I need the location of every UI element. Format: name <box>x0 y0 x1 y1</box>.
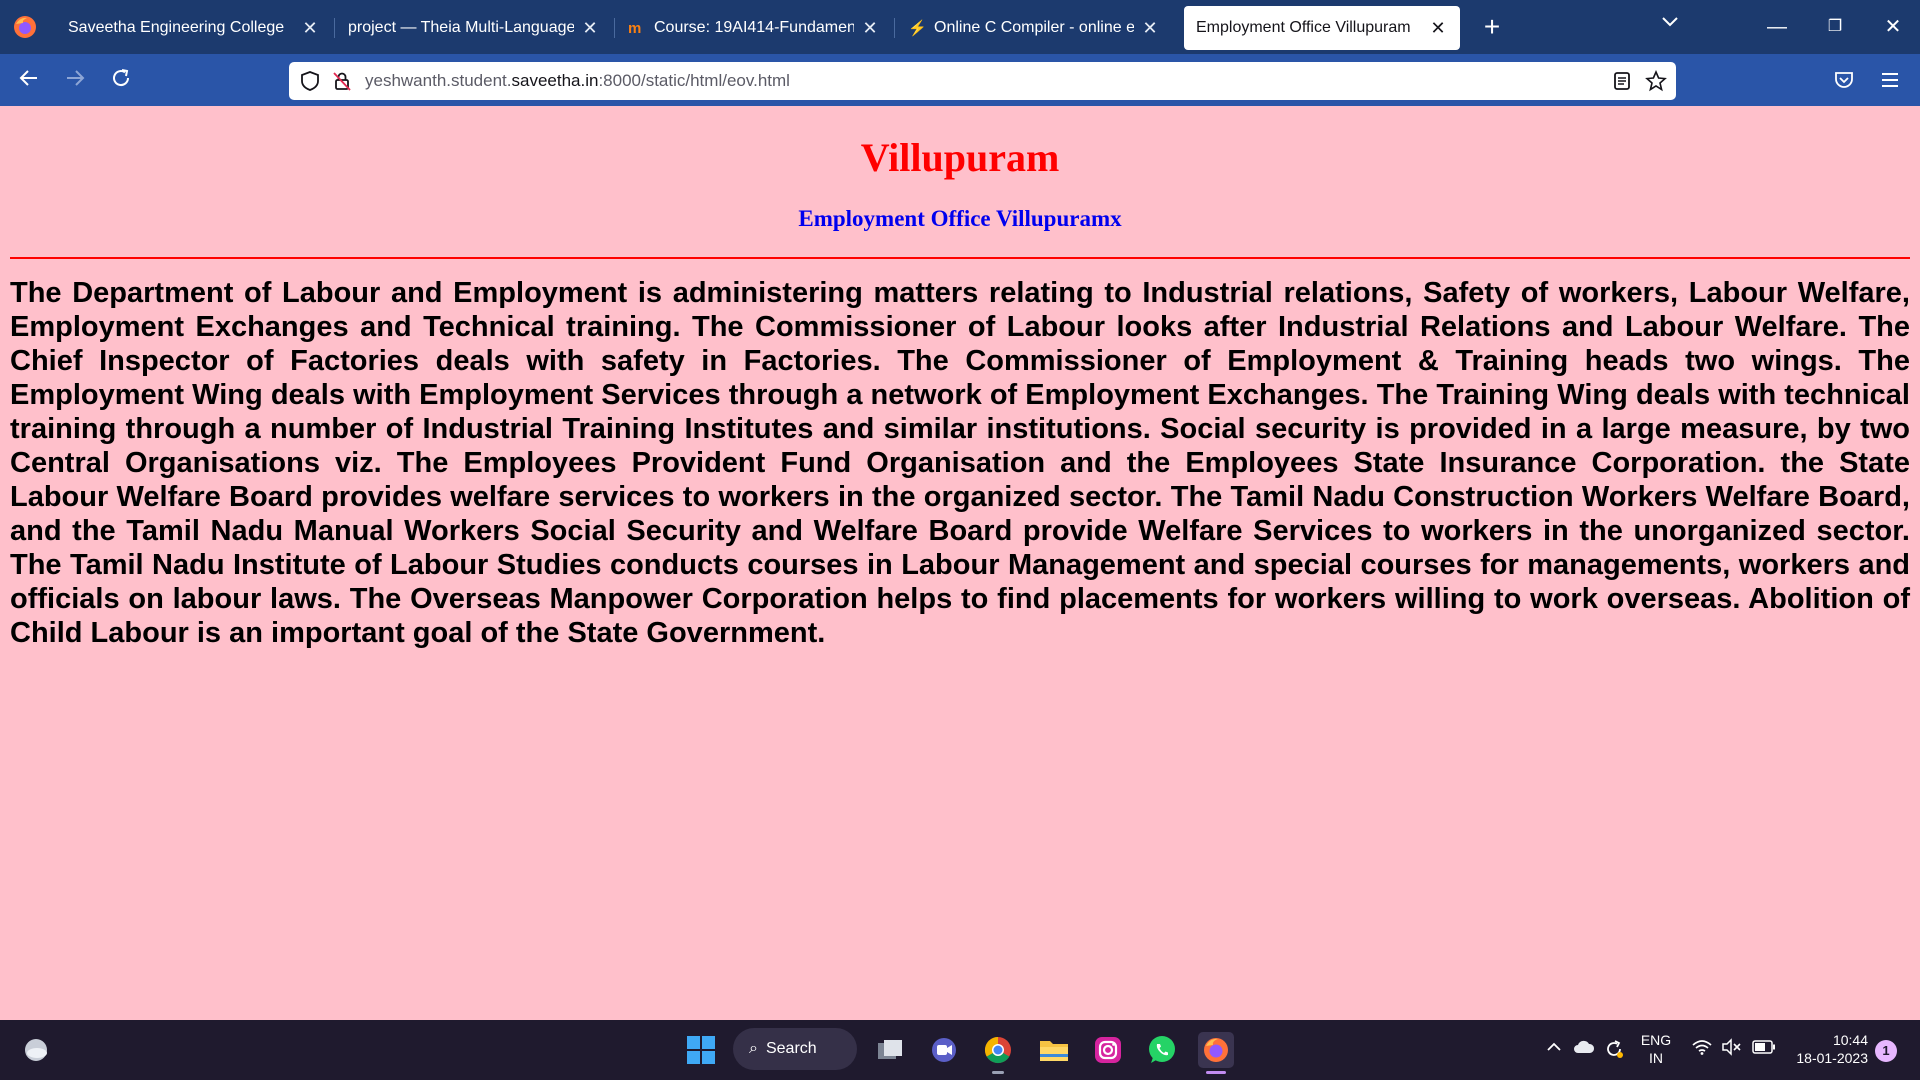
tab-title: project — Theia Multi-Language Ex <box>348 19 574 36</box>
onedrive-cloud-icon[interactable] <box>1572 1038 1596 1062</box>
tab-separator <box>334 18 335 38</box>
language-code: ENG <box>1640 1032 1672 1048</box>
tab-bar: Saveetha Engineering College ✕ project —… <box>0 0 1920 54</box>
task-view-icon <box>878 1040 902 1059</box>
clock-date: 18-01-2023 <box>1796 1050 1868 1066</box>
shield-icon[interactable] <box>299 70 321 92</box>
tab-theia-project[interactable]: project — Theia Multi-Language Ex ✕ <box>336 6 612 50</box>
hamburger-menu-icon[interactable] <box>1878 68 1902 92</box>
bolt-icon: ⚡ <box>908 20 927 37</box>
bookmark-star-icon[interactable] <box>1645 70 1667 92</box>
chrome-icon <box>984 1036 1011 1064</box>
tab-title: Course: 19AI414-Fundamentals <box>654 19 854 36</box>
close-icon[interactable]: ✕ <box>1140 18 1160 39</box>
region-code: IN <box>1649 1050 1663 1066</box>
chrome-button[interactable] <box>980 1032 1016 1074</box>
close-icon[interactable]: ✕ <box>1428 18 1448 39</box>
sync-icon[interactable] <box>1602 1038 1626 1062</box>
notification-badge[interactable]: 1 <box>1875 1040 1897 1062</box>
taskbar-search-button[interactable]: ⌕ Search <box>733 1028 857 1070</box>
reload-icon <box>113 69 130 87</box>
page-subtitle: Employment Office Villupuramx <box>798 206 1122 231</box>
running-indicator <box>992 1071 1004 1074</box>
arrow-left-icon <box>19 70 37 86</box>
file-explorer-button[interactable] <box>1036 1032 1072 1068</box>
firefox-taskbar-button[interactable] <box>1198 1032 1234 1074</box>
tab-separator <box>894 18 895 38</box>
tab-employment-office[interactable]: Employment Office Villupuram ✕ <box>1184 6 1460 50</box>
url-host-prefix: yeshwanth.student. <box>365 71 512 90</box>
new-tab-button[interactable]: + <box>1476 12 1508 44</box>
wifi-icon[interactable] <box>1690 1038 1714 1062</box>
close-icon[interactable]: ✕ <box>300 18 320 39</box>
moodle-icon: m <box>628 19 642 37</box>
speaker-muted-icon[interactable] <box>1720 1038 1744 1062</box>
task-view-button[interactable] <box>872 1032 908 1068</box>
whatsapp-icon <box>1149 1036 1175 1063</box>
tab-separator <box>614 18 615 38</box>
language-indicator[interactable]: ENG IN <box>1636 1031 1676 1067</box>
restore-button[interactable]: ❐ <box>1812 10 1858 44</box>
chevron-down-icon[interactable] <box>1660 14 1680 30</box>
tab-course[interactable]: m Course: 19AI414-Fundamentals ✕ <box>616 6 892 50</box>
tab-title: Employment Office Villupuram <box>1196 19 1411 36</box>
windows-start-icon[interactable] <box>686 1035 716 1065</box>
navigation-toolbar: yeshwanth.student.saveetha.in:8000/stati… <box>0 54 1920 106</box>
instagram-icon <box>1095 1037 1121 1063</box>
close-icon[interactable]: ✕ <box>580 18 600 39</box>
search-icon: ⌕ <box>749 1040 758 1057</box>
windows-taskbar: ⌕ Search ENG IN 10:44 18-01-2023 1 <box>0 1020 1920 1080</box>
reload-button[interactable] <box>106 66 136 96</box>
minimize-button[interactable]: — <box>1754 10 1800 44</box>
clock[interactable]: 10:44 18-01-2023 <box>1788 1031 1868 1067</box>
forward-button[interactable] <box>60 66 90 96</box>
teams-button[interactable] <box>926 1032 962 1068</box>
tab-title: Saveetha Engineering College <box>68 19 285 36</box>
firefox-menu-icon[interactable] <box>12 14 38 40</box>
web-page: Villupuram Employment Office Villupuramx… <box>0 106 1920 1020</box>
running-indicator <box>1206 1071 1226 1074</box>
back-button[interactable] <box>14 66 44 96</box>
reader-view-icon[interactable] <box>1611 70 1633 92</box>
close-window-button[interactable]: ✕ <box>1870 10 1916 44</box>
chevron-up-icon[interactable] <box>1542 1038 1566 1062</box>
whatsapp-button[interactable] <box>1144 1032 1180 1068</box>
firefox-icon <box>1204 1038 1228 1062</box>
url-text[interactable]: yeshwanth.student.saveetha.in:8000/stati… <box>365 62 790 100</box>
close-icon[interactable]: ✕ <box>860 18 880 39</box>
url-host-main: saveetha.in <box>511 71 599 90</box>
tab-saveetha[interactable]: Saveetha Engineering College ✕ <box>56 6 332 50</box>
weather-widget-icon[interactable] <box>20 1034 52 1066</box>
insecure-lock-icon[interactable] <box>331 70 353 92</box>
instagram-button[interactable] <box>1090 1032 1126 1068</box>
teams-icon <box>932 1038 956 1062</box>
address-bar[interactable]: yeshwanth.student.saveetha.in:8000/stati… <box>289 62 1676 100</box>
clock-time: 10:44 <box>1832 1032 1868 1048</box>
pocket-icon[interactable] <box>1832 68 1856 92</box>
battery-icon[interactable] <box>1752 1038 1776 1062</box>
folder-icon <box>1040 1041 1068 1061</box>
page-body-paragraph: The Department of Labour and Employment … <box>10 277 1910 649</box>
horizontal-rule <box>10 257 1910 259</box>
tab-online-compiler[interactable]: ⚡ Online C Compiler - online edit ✕ <box>896 6 1172 50</box>
tab-title: Online C Compiler - online edit <box>934 19 1134 36</box>
arrow-right-icon <box>67 70 85 86</box>
url-path: :8000/static/html/eov.html <box>598 71 790 90</box>
page-title: Villupuram <box>860 135 1060 180</box>
search-label: Search <box>765 1040 817 1057</box>
